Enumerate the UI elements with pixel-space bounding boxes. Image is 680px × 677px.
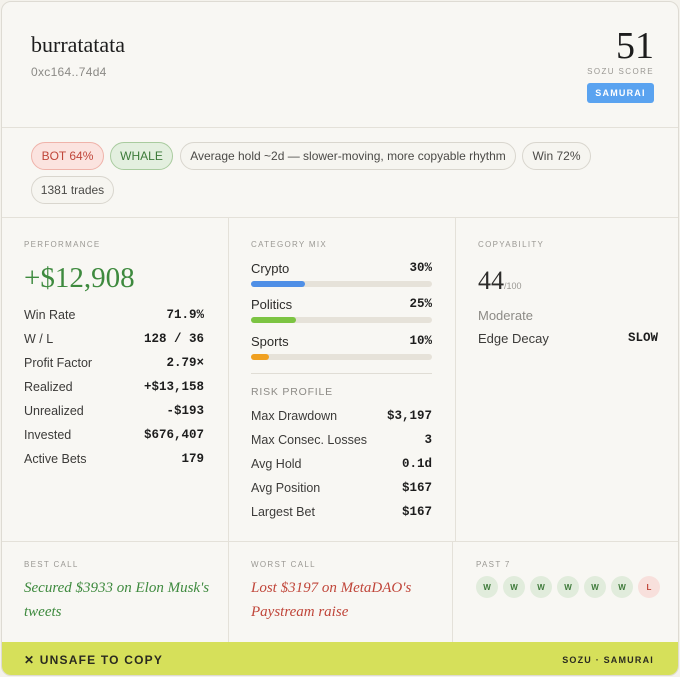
risk-row: Largest Bet $167 — [251, 505, 432, 523]
copyability-score: 44 — [478, 266, 504, 295]
username: burratatata — [31, 32, 126, 57]
risk-row: Max Consec. Losses 3 — [251, 433, 432, 451]
category-bar-fill — [251, 317, 297, 323]
edge-decay-label: Edge Decay — [478, 331, 549, 346]
worst-call-panel: WORST CALL Lost $3197 on MetaDAO's Payst… — [229, 542, 453, 642]
brand-label: SOZU · SAMURAI — [562, 655, 654, 665]
sozu-score-label: SOZU SCORE — [587, 67, 654, 76]
result-dot-win: W — [557, 576, 579, 598]
copyability-level: Moderate — [478, 308, 533, 323]
worst-call-label: WORST CALL — [251, 560, 316, 569]
tag-whale: WHALE — [110, 142, 173, 170]
performance-panel: PERFORMANCE +$12,908 Win Rate 71.9% W / … — [2, 218, 229, 542]
unsafe-to-copy-verdict: ✕ UNSAFE TO COPY — [24, 653, 164, 667]
risk-label: Max Drawdown — [251, 409, 338, 423]
category-percent: 30% — [409, 261, 432, 275]
tier-badge: SAMURAI — [587, 83, 654, 103]
stat-row: Unrealized -$193 — [24, 404, 204, 422]
category-bar-track — [251, 317, 432, 323]
result-dot-win: W — [611, 576, 633, 598]
category-name: Crypto — [251, 261, 290, 276]
category-mix-label: CATEGORY MIX — [251, 240, 328, 249]
risk-label: Largest Bet — [251, 505, 315, 519]
stat-label: Invested — [24, 428, 72, 442]
category-percent: 10% — [409, 334, 432, 348]
stat-row: Profit Factor 2.79× — [24, 356, 204, 374]
wallet-address[interactable]: 0xc164..74d4 — [31, 65, 107, 79]
divider — [251, 373, 432, 374]
category-name: Sports — [251, 334, 289, 349]
category-item: Politics 25% — [251, 297, 432, 333]
stat-label: Unrealized — [24, 404, 84, 418]
category-item: Crypto 30% — [251, 261, 432, 297]
verdict-bar: ✕ UNSAFE TO COPY SOZU · SAMURAI — [2, 642, 678, 675]
stat-row: Win Rate 71.9% — [24, 308, 204, 326]
risk-label: Max Consec. Losses — [251, 433, 368, 447]
stat-label: Realized — [24, 380, 73, 394]
past-results-label: PAST 7 — [476, 560, 511, 569]
copyability-label: COPYABILITY — [478, 240, 545, 249]
trader-card: burratatata 0xc164..74d4 51 SOZU SCORE S… — [1, 1, 679, 676]
risk-label: Avg Position — [251, 481, 321, 495]
result-dot-win: W — [530, 576, 552, 598]
risk-row: Max Drawdown $3,197 — [251, 409, 432, 427]
stat-row: Invested $676,407 — [24, 428, 204, 446]
stat-value: $676,407 — [143, 428, 204, 442]
past-results-panel: PAST 7 W W W W W W L — [453, 542, 678, 642]
worst-call-text: Lost $3197 on MetaDAO's Paystream raise — [251, 580, 412, 620]
category-name: Politics — [251, 297, 293, 312]
stat-value: -$193 — [166, 404, 204, 418]
risk-label: Avg Hold — [251, 457, 302, 471]
best-call-label: BEST CALL — [24, 560, 79, 569]
total-pnl: +$12,908 — [24, 262, 135, 294]
tag-bot: BOT 64% — [31, 142, 104, 170]
category-bar-track — [251, 354, 432, 360]
risk-value: 0.1d — [401, 457, 432, 471]
stat-value: 179 — [181, 452, 204, 466]
result-dot-win: W — [503, 576, 525, 598]
performance-label: PERFORMANCE — [24, 240, 101, 249]
stat-row: Active Bets 179 — [24, 452, 204, 470]
stat-value: 71.9% — [166, 308, 204, 322]
result-dot-win: W — [584, 576, 606, 598]
risk-row: Avg Position $167 — [251, 481, 432, 499]
category-bar-fill — [251, 281, 306, 287]
stat-label: W / L — [24, 332, 54, 346]
card-header: burratatata 0xc164..74d4 51 SOZU SCORE S… — [2, 2, 678, 128]
category-percent: 25% — [409, 297, 432, 311]
category-item: Sports 10% — [251, 334, 432, 370]
category-bar-fill — [251, 354, 270, 360]
risk-value: $167 — [401, 481, 432, 495]
category-bar-track — [251, 281, 432, 287]
tag-average-hold: Average hold ~2d — slower-moving, more c… — [180, 142, 516, 170]
stat-value: 128 / 36 — [143, 332, 204, 346]
copyability-panel: COPYABILITY 44 /100 Moderate Edge Decay … — [456, 218, 678, 542]
result-dot-win: W — [476, 576, 498, 598]
risk-row: Avg Hold 0.1d — [251, 457, 432, 475]
risk-value: $3,197 — [386, 409, 432, 423]
stat-value: +$13,158 — [143, 380, 204, 394]
stat-value: 2.79× — [166, 356, 204, 370]
stat-row: W / L 128 / 36 — [24, 332, 204, 350]
risk-profile-label: RISK PROFILE — [251, 386, 333, 398]
stat-label: Profit Factor — [24, 356, 93, 370]
tag-win-rate: Win 72% — [522, 142, 591, 170]
best-call-text: Secured $3933 on Elon Musk's tweets — [24, 580, 210, 620]
category-risk-panel: CATEGORY MIX Crypto 30% Politics 25% Spo… — [229, 218, 456, 542]
tag-trade-count: 1381 trades — [31, 176, 114, 204]
risk-value: 3 — [424, 433, 432, 447]
stat-row: Realized +$13,158 — [24, 380, 204, 398]
edge-decay-value: SLOW — [627, 331, 658, 345]
risk-value: $167 — [401, 505, 432, 519]
tag-list: BOT 64% WHALE Average hold ~2d — slower-… — [2, 128, 678, 218]
stat-label: Win Rate — [24, 308, 76, 322]
result-dot-loss: L — [638, 576, 660, 598]
best-call-panel: BEST CALL Secured $3933 on Elon Musk's t… — [2, 542, 229, 642]
sozu-score-value: 51 — [616, 25, 654, 67]
stat-label: Active Bets — [24, 452, 87, 466]
copyability-max: /100 — [504, 281, 522, 291]
